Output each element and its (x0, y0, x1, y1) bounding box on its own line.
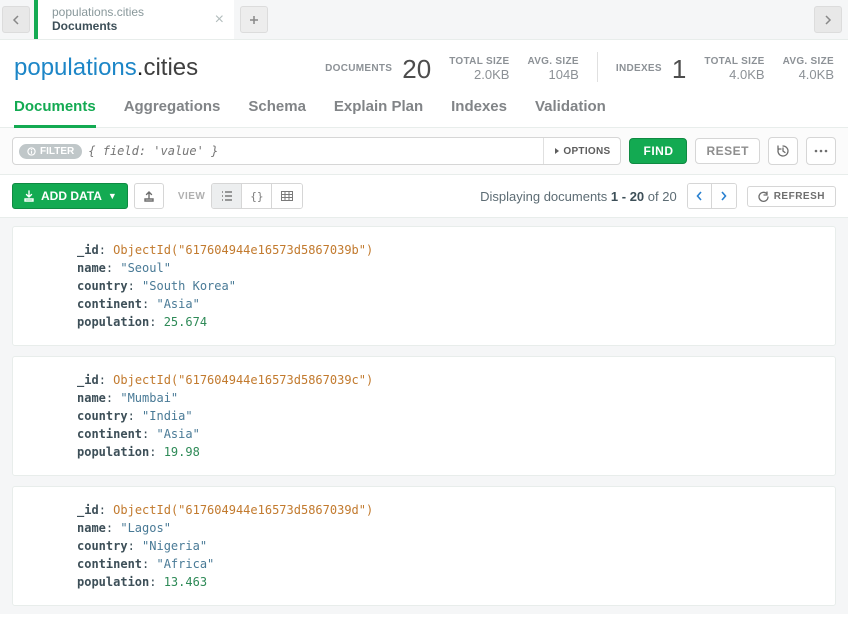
chevron-left-icon (696, 191, 703, 201)
add-data-button[interactable]: ADD DATA ▼ (12, 183, 128, 209)
upload-icon (143, 190, 155, 202)
options-button[interactable]: OPTIONS (543, 138, 620, 164)
page-prev[interactable] (688, 184, 712, 208)
doc-field-population: population: 25.674 (77, 313, 815, 331)
refresh-button[interactable]: REFRESH (747, 186, 836, 207)
chevron-right-icon (720, 191, 727, 201)
view-list-button[interactable] (212, 184, 242, 208)
view-toggle: {} (211, 183, 303, 209)
view-label: VIEW (178, 191, 206, 202)
document-card[interactable]: _id: ObjectId("617604944e16573d5867039d"… (12, 486, 836, 606)
info-icon (27, 147, 36, 156)
doc-field-country: country: "India" (77, 407, 815, 425)
stat-indexes: INDEXES 1 (616, 56, 686, 82)
tab-documents[interactable]: Documents (14, 98, 96, 128)
filter-badge: FILTER (19, 144, 82, 159)
page-next[interactable] (712, 184, 736, 208)
tab-add-button[interactable] (240, 6, 268, 33)
caret-right-icon (554, 147, 560, 155)
header-stats: DOCUMENTS 20 TOTAL SIZE 2.0KB AVG. SIZE … (325, 52, 834, 82)
doc-field-country: country: "Nigeria" (77, 537, 815, 555)
ellipsis-icon (814, 149, 828, 153)
toolbar: ADD DATA ▼ VIEW {} Displaying documents … (0, 175, 848, 218)
history-icon (776, 144, 790, 158)
chevron-left-icon (12, 15, 20, 25)
collection-name-text: cities (143, 54, 198, 81)
reset-button[interactable]: RESET (695, 138, 760, 164)
caret-down-icon: ▼ (108, 191, 117, 201)
doc-field-continent: continent: "Asia" (77, 425, 815, 443)
tab-active[interactable]: populations.cities Documents × (34, 0, 234, 39)
doc-field-population: population: 19.98 (77, 443, 815, 461)
table-icon (281, 191, 293, 201)
database-name: populations (14, 54, 137, 81)
filter-input[interactable] (88, 144, 543, 158)
plus-icon (249, 15, 259, 25)
doc-field-id: _id: ObjectId("617604944e16573d5867039c"… (77, 371, 815, 389)
doc-field-population: population: 13.463 (77, 573, 815, 591)
filter-bar: FILTER OPTIONS FIND RESET (0, 128, 848, 175)
pagination: Displaying documents 1 - 20 of 20 REFRES… (480, 183, 836, 209)
doc-field-id: _id: ObjectId("617604944e16573d5867039d"… (77, 501, 815, 519)
stat-total-size: TOTAL SIZE 2.0KB (449, 56, 509, 82)
tab-nav-back[interactable] (2, 6, 30, 33)
stat-documents: DOCUMENTS 20 (325, 56, 431, 82)
filter-input-wrap: FILTER OPTIONS (12, 137, 621, 165)
tab-title: populations.cities (52, 6, 194, 19)
chevron-right-icon (824, 15, 832, 25)
tab-subtitle: Documents (52, 19, 194, 33)
document-card[interactable]: _id: ObjectId("617604944e16573d5867039c"… (12, 356, 836, 476)
refresh-icon (758, 191, 769, 202)
download-icon (23, 190, 35, 202)
doc-field-name: name: "Mumbai" (77, 389, 815, 407)
close-icon[interactable]: × (215, 11, 224, 29)
doc-field-continent: continent: "Asia" (77, 295, 815, 313)
documents-list[interactable]: _id: ObjectId("617604944e16573d5867039b"… (0, 218, 848, 614)
page-arrows (687, 183, 737, 209)
tab-bar: populations.cities Documents × (0, 0, 848, 40)
collection-header: populations.cities DOCUMENTS 20 TOTAL SI… (0, 40, 848, 84)
stat-divider (597, 52, 598, 82)
view-json-button[interactable]: {} (242, 184, 272, 208)
tab-nav-forward[interactable] (814, 6, 842, 33)
doc-field-name: name: "Lagos" (77, 519, 815, 537)
nav-tabs: Documents Aggregations Schema Explain Pl… (0, 84, 848, 128)
stat-idx-avg-size: AVG. SIZE 4.0KB (783, 56, 834, 82)
find-button[interactable]: FIND (629, 138, 687, 164)
history-button[interactable] (768, 137, 798, 165)
view-table-button[interactable] (272, 184, 302, 208)
doc-field-name: name: "Seoul" (77, 259, 815, 277)
stat-avg-size: AVG. SIZE 104B (527, 56, 578, 82)
braces-icon: {} (250, 190, 263, 203)
doc-field-country: country: "South Korea" (77, 277, 815, 295)
document-card[interactable]: _id: ObjectId("617604944e16573d5867039b"… (12, 226, 836, 346)
doc-field-continent: continent: "Africa" (77, 555, 815, 573)
pagination-text: Displaying documents 1 - 20 of 20 (480, 189, 677, 204)
tab-explain-plan[interactable]: Explain Plan (334, 98, 423, 127)
tab-aggregations[interactable]: Aggregations (124, 98, 221, 127)
list-icon (221, 191, 233, 201)
more-button[interactable] (806, 137, 836, 165)
tab-validation[interactable]: Validation (535, 98, 606, 127)
collection-name: populations.cities (14, 54, 198, 82)
export-button[interactable] (134, 183, 164, 209)
stat-idx-total-size: TOTAL SIZE 4.0KB (704, 56, 764, 82)
doc-field-id: _id: ObjectId("617604944e16573d5867039b"… (77, 241, 815, 259)
tab-indexes[interactable]: Indexes (451, 98, 507, 127)
tab-schema[interactable]: Schema (248, 98, 306, 127)
